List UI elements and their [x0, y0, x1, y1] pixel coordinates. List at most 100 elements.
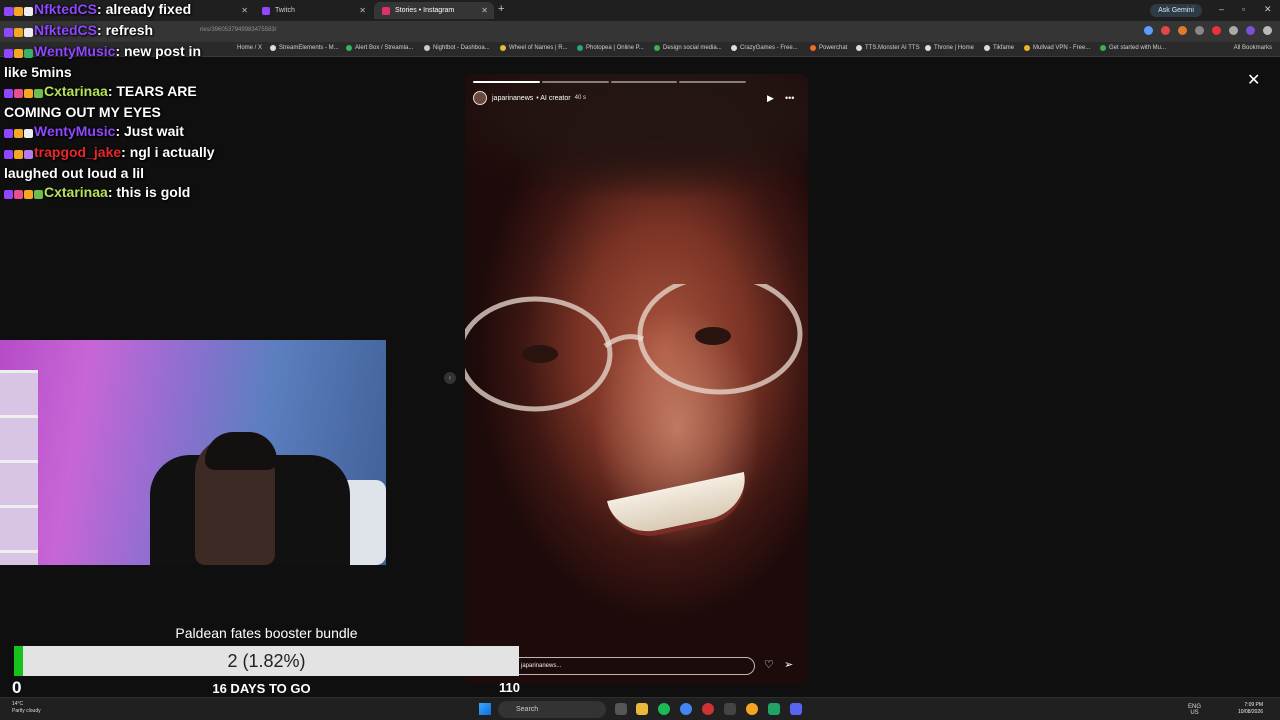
chat-text: laughed out loud a lil: [4, 165, 144, 181]
chat-badges-icon: [4, 124, 34, 143]
chat-message: NfktedCS: already fixed: [4, 0, 464, 21]
extension-icon[interactable]: [1144, 26, 1153, 35]
system-clock[interactable]: 7:09 PM 10/08/2026: [1238, 702, 1263, 716]
discord-icon[interactable]: [790, 703, 802, 715]
bookmark-item[interactable]: Photopea | Online P...: [577, 45, 644, 51]
app-icon[interactable]: [702, 703, 714, 715]
extension-icons: [1144, 26, 1272, 35]
language-indicator[interactable]: ENG US: [1188, 704, 1201, 716]
goal-progress-bar: 2 (1.82%): [14, 646, 519, 676]
story-progress-segment: [473, 81, 540, 83]
like-heart-icon[interactable]: ♡: [764, 658, 774, 671]
share-icon[interactable]: ➢: [784, 658, 793, 671]
chat-badges-icon: [4, 185, 44, 204]
chat-message: trapgod_jake: ngl i actually: [4, 143, 464, 164]
close-story-icon[interactable]: ✕: [1247, 70, 1260, 90]
menu-icon[interactable]: [1263, 26, 1272, 35]
more-options-icon[interactable]: •••: [785, 93, 794, 103]
chat-text: ngl i actually: [129, 144, 215, 160]
story-avatar[interactable]: [473, 91, 487, 105]
chrome-icon[interactable]: [680, 703, 692, 715]
taskbar-search-input[interactable]: Search: [498, 701, 606, 718]
bookmark-icon: [984, 45, 990, 51]
bookmark-label: Powerchat: [819, 45, 848, 51]
bookmark-icon: [500, 45, 506, 51]
chat-message: WentyMusic: Just wait: [4, 122, 464, 143]
chat-text: this is gold: [116, 184, 191, 200]
bookmark-item[interactable]: Mullvad VPN - Free...: [1024, 45, 1090, 51]
all-bookmarks-button[interactable]: All Bookmarks: [1234, 45, 1272, 51]
story-photo-glasses: [465, 284, 803, 412]
weather-widget[interactable]: 14°C Partly cloudy: [12, 701, 41, 715]
extensions-icon[interactable]: [1229, 26, 1238, 35]
weather-temp: 14°C: [12, 701, 24, 707]
extension-icon[interactable]: [1212, 26, 1221, 35]
extension-icon[interactable]: [1195, 26, 1204, 35]
ask-gemini-label: Ask Gemini: [1158, 7, 1194, 14]
extension-icon[interactable]: [1178, 26, 1187, 35]
bookmark-label: Throne | Home: [934, 45, 974, 51]
chat-message-continued: COMING OUT MY EYES: [4, 103, 464, 122]
bookmark-icon: [810, 45, 816, 51]
chat-username: trapgod_jake: [34, 144, 122, 160]
bookmark-icon: [856, 45, 862, 51]
chat-username: NfktedCS: [34, 1, 98, 17]
bookmark-item[interactable]: Design social media...: [654, 45, 722, 51]
bookmark-item[interactable]: Throne | Home: [925, 45, 974, 51]
story-username[interactable]: japarinanews: [492, 95, 533, 102]
story-progress-segment: [610, 81, 678, 83]
bookmark-item[interactable]: Wheel of Names | R...: [500, 45, 568, 51]
app-icon[interactable]: [724, 703, 736, 715]
chat-text: refresh: [105, 22, 154, 38]
profile-avatar[interactable]: [1246, 26, 1255, 35]
bookmark-label: Tikfame: [993, 45, 1015, 51]
new-tab-button[interactable]: +: [498, 3, 504, 15]
bookmark-item[interactable]: CrazyGames - Free...: [731, 45, 798, 51]
chat-username: WentyMusic: [34, 43, 116, 59]
close-tab-icon[interactable]: ✕: [481, 6, 488, 15]
chat-badges-icon: [4, 2, 34, 21]
goal-days-left: 16 DAYS TO GO: [212, 681, 311, 696]
previous-story-button[interactable]: ‹: [444, 372, 456, 384]
chat-username: WentyMusic: [34, 123, 116, 139]
extension-icon[interactable]: [1161, 26, 1170, 35]
spotify-icon[interactable]: [658, 703, 670, 715]
chat-badges-icon: [4, 23, 34, 42]
bookmark-item[interactable]: Get started with Mu...: [1100, 45, 1166, 51]
windows-taskbar: 14°C Partly cloudy Search ENG US 7:09 PM…: [0, 697, 1280, 720]
windows-start-icon[interactable]: [479, 703, 491, 715]
webcam-shelf: [0, 370, 38, 565]
chat-username: Cxtarinaa: [44, 184, 108, 200]
ask-gemini-button[interactable]: Ask Gemini: [1150, 4, 1202, 17]
webcam-streamer-hair: [205, 432, 277, 470]
maximize-icon[interactable]: ▫: [1242, 4, 1245, 14]
chat-message: Cxtarinaa: TEARS ARE: [4, 82, 464, 103]
task-view-icon[interactable]: [615, 703, 627, 715]
bookmark-label: TTS.Monster AI TTS: [865, 45, 920, 51]
sheets-icon[interactable]: [768, 703, 780, 715]
close-window-icon[interactable]: ✕: [1264, 4, 1272, 15]
chrome-canary-icon[interactable]: [746, 703, 758, 715]
weather-desc: Partly cloudy: [12, 708, 41, 714]
chat-text: TEARS ARE: [116, 83, 197, 99]
bookmark-label: Get started with Mu...: [1109, 45, 1167, 51]
chat-badges-icon: [4, 145, 34, 164]
bookmark-icon: [1024, 45, 1030, 51]
webcam-feed: [0, 340, 386, 565]
story-media[interactable]: japarinanews • AI creator 40 s ▶ ••• jap…: [465, 74, 808, 684]
bookmark-item[interactable]: Tikfame: [984, 45, 1014, 51]
story-progress-segment: [679, 81, 746, 83]
minimize-icon[interactable]: –: [1219, 4, 1224, 14]
chat-username: NfktedCS: [34, 22, 98, 38]
chat-message: NfktedCS: refresh: [4, 21, 464, 42]
bookmark-icon: [925, 45, 931, 51]
chat-text: Just wait: [124, 123, 184, 139]
file-explorer-icon[interactable]: [636, 703, 648, 715]
bookmark-icon: [731, 45, 737, 51]
bookmark-label: CrazyGames - Free...: [740, 45, 798, 51]
bookmark-item[interactable]: TTS.Monster AI TTS: [856, 45, 920, 51]
play-icon[interactable]: ▶: [767, 93, 774, 104]
goal-progress-value: 2 (1.82%): [227, 651, 306, 671]
bookmark-item[interactable]: Powerchat: [810, 45, 847, 51]
chat-username: Cxtarinaa: [44, 83, 108, 99]
